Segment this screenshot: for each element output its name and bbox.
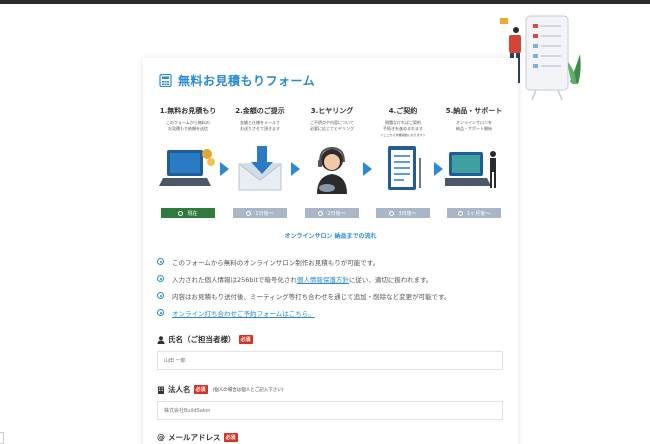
chevron-right-icon	[434, 162, 443, 176]
privacy-policy-link[interactable]: 個人情報保護方針	[297, 276, 349, 284]
company-label: 法人名 必須 (個人の場合は個人とご記入下さい)	[157, 384, 503, 395]
step-description: オンラインサロンを 納品・サポート開始	[456, 120, 492, 131]
notes-list: このフォームから無料のオンラインサロン制作お見積もりが可能です。 入力された個人…	[157, 253, 507, 321]
bullet-icon	[157, 309, 164, 316]
company-input[interactable]	[157, 401, 503, 420]
chevron-right-icon	[291, 162, 300, 176]
step-delivery-support: 5.納品・サポート オンラインサロンを 納品・サポート開始 1ヶ月後～	[439, 106, 509, 218]
bullet-icon	[157, 258, 164, 265]
step-title: 5.納品・サポート	[445, 107, 503, 115]
mail-envelope-icon	[238, 146, 282, 191]
clock-icon	[246, 210, 252, 216]
calculator-icon	[159, 74, 172, 87]
laptop-delivery-icon	[445, 151, 496, 188]
contract-clipboard-icon	[388, 146, 421, 190]
at-icon: @	[157, 433, 165, 442]
step-estimate: 1.無料お見積もり このフォームから無料の お見積もり依頼を送信 現在	[153, 106, 223, 218]
chevron-right-icon	[220, 162, 229, 176]
company-field: 法人名 必須 (個人の場合は個人とご記入下さい)	[157, 384, 503, 420]
list-item: このフォームから無料のオンラインサロン制作お見積もりが可能です。	[157, 253, 507, 270]
status-badge: 3日後～	[376, 208, 430, 218]
status-badge-current: 現在	[161, 208, 215, 218]
building-icon	[158, 386, 164, 394]
step-description: 金額と仕様をメールで お送りさせて頂きます	[240, 120, 280, 131]
form-header: 無料お見積もりフォーム	[159, 72, 315, 89]
laptop-coins-icon	[159, 149, 215, 186]
clock-icon	[389, 210, 395, 216]
process-steps: 1.無料お見積もり このフォームから無料の お見積もり依頼を送信 現在 2.金額の…	[153, 106, 508, 226]
step-title: 4.ご契約	[388, 107, 418, 115]
step-title: 3.ヒヤリング	[310, 107, 354, 115]
name-label: 氏名（ご担当者様） 必須	[157, 334, 503, 345]
meeting-reservation-link[interactable]: オンライン打ち合わせご予約フォームはこちら。	[172, 308, 315, 318]
list-item: 内容はお見積もり送付後、ミーティング等打ち合わせを通じて追加・削除など変更が可能…	[157, 287, 507, 304]
step-description: このフォームから無料の お見積もり依頼を送信	[166, 120, 210, 131]
list-item: 入力された個人情報は256bitで暗号化され個人情報保護方針に従い、適切に扱われ…	[157, 270, 507, 287]
status-badge: 2日後～	[305, 208, 359, 218]
top-bar	[0, 0, 650, 4]
bullet-icon	[157, 292, 164, 299]
person-icon	[157, 335, 165, 344]
step-title: 2.金額のご提示	[235, 107, 285, 115]
step-price-quote: 2.金額のご提示 金額と仕様をメールで お送りさせて頂きます 1日後～	[225, 106, 295, 218]
form-title: 無料お見積もりフォーム	[178, 74, 316, 88]
email-field: @ メールアドレス 必須	[157, 432, 503, 443]
chevron-right-icon	[363, 162, 372, 176]
step-title: 1.無料お見積もり	[159, 107, 217, 115]
name-input[interactable]	[157, 351, 503, 370]
step-description: 問題なければご契約 手続きを進めるれます ＜ここから作業開始になります＞	[380, 120, 426, 137]
step-hearing: 3.ヒヤリング ご不明点や内容について 必要に応じてヒヤリング 2日後～	[297, 106, 367, 218]
name-field: 氏名（ご担当者様） 必須	[157, 334, 503, 370]
clock-icon	[457, 210, 463, 216]
required-badge: 必須	[193, 385, 208, 394]
required-badge: 必須	[223, 433, 238, 442]
status-badge: 1日後～	[233, 208, 287, 218]
email-label: @ メールアドレス 必須	[157, 433, 238, 442]
status-badge: 1ヶ月後～	[447, 208, 501, 218]
flow-caption: オンラインサロン 納品までの流れ	[284, 233, 377, 240]
headset-operator-icon	[317, 146, 347, 194]
step-description: ご不明点や内容について 必要に応じてヒヤリング	[310, 120, 354, 131]
clock-icon	[318, 210, 324, 216]
estimate-form-card: 無料お見積もりフォーム 1.無料お見積もり このフォームから無料の お見積もり依頼…	[143, 58, 518, 444]
list-item: オンライン打ち合わせご予約フォームはこちら。	[157, 304, 507, 321]
edge-tab	[0, 432, 4, 444]
step-contract: 4.ご契約 問題なければご契約 手続きを進めるれます ＜ここから作業開始になります＞…	[368, 106, 438, 218]
bullet-icon	[157, 275, 164, 282]
required-badge: 必須	[238, 335, 253, 344]
clock-icon	[178, 210, 184, 216]
